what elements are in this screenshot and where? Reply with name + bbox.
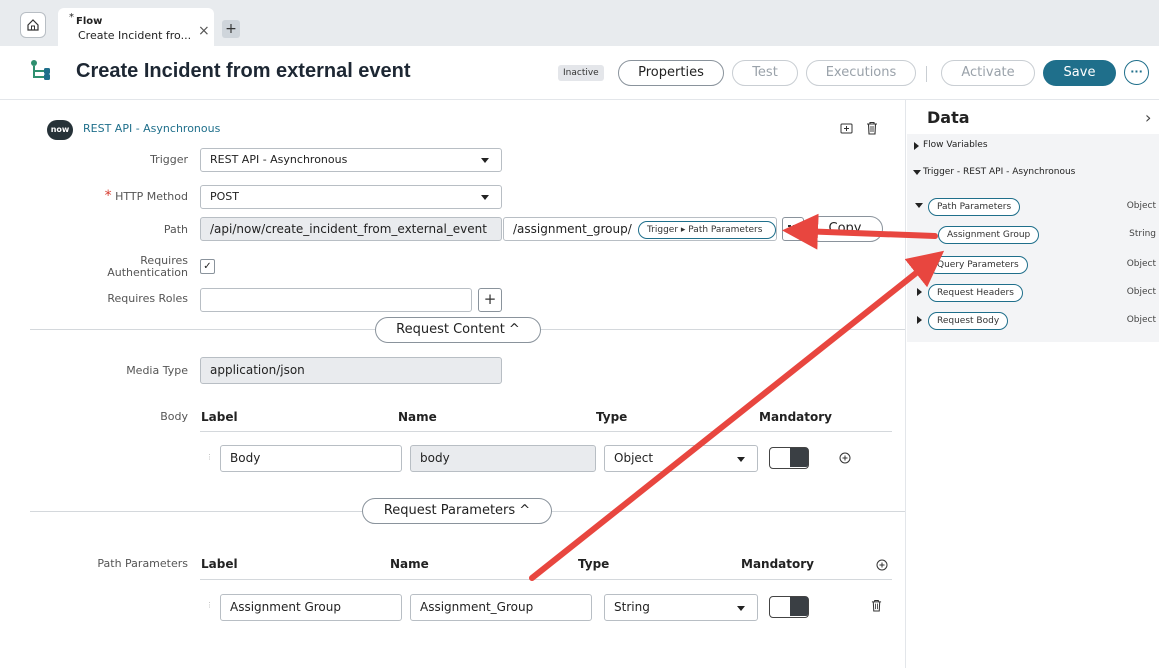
request-content-toggle[interactable]: Request Content ^ <box>375 317 541 343</box>
param-type-value: String <box>614 600 650 614</box>
request-parameters-toggle[interactable]: Request Parameters ^ <box>362 498 552 524</box>
type-query-parameters: Object <box>1126 259 1156 269</box>
param-label-field[interactable]: Assignment Group <box>220 594 402 621</box>
media-type-label: Media Type <box>126 364 188 377</box>
more-options-button[interactable]: ··· <box>1124 60 1149 85</box>
body-mandatory-toggle[interactable] <box>769 447 809 469</box>
type-request-headers: Object <box>1126 287 1156 297</box>
requires-roles-label: Requires Roles <box>107 292 188 305</box>
param-mandatory-toggle[interactable] <box>769 596 809 618</box>
http-method-label-text: HTTP Method <box>115 190 188 203</box>
type-request-body: Object <box>1126 315 1156 325</box>
column-header-name: Name <box>390 557 429 571</box>
http-method-value: POST <box>210 190 239 203</box>
save-button[interactable]: Save <box>1043 60 1116 86</box>
add-note-icon[interactable] <box>840 122 853 135</box>
trigger-select[interactable]: REST API - Asynchronous <box>200 148 502 172</box>
table-header-divider <box>200 431 892 432</box>
add-circle-icon[interactable] <box>839 452 851 464</box>
requires-authentication-label: Requires Authentication <box>80 255 188 279</box>
add-role-button[interactable]: + <box>478 288 502 312</box>
delete-icon[interactable] <box>866 121 878 135</box>
activate-button[interactable]: Activate <box>941 60 1035 86</box>
expand-icon[interactable] <box>917 316 922 324</box>
http-method-label: * HTTP Method <box>70 188 188 204</box>
copy-button[interactable]: Copy <box>807 216 883 242</box>
param-type-select[interactable]: String <box>604 594 758 621</box>
home-button[interactable] <box>20 12 46 38</box>
add-tab-button[interactable]: + <box>222 20 240 38</box>
required-star: * <box>104 188 112 204</box>
data-pill-picker-icon <box>788 225 796 233</box>
chevron-down-icon <box>481 195 489 200</box>
status-badge: Inactive <box>558 65 604 81</box>
collapse-icon[interactable] <box>915 203 923 208</box>
path-suffix-text: /assignment_group/ <box>513 222 632 236</box>
chevron-down-icon <box>481 158 489 163</box>
tab-type: Flow <box>76 16 103 27</box>
http-method-select[interactable]: POST <box>200 185 502 209</box>
header-divider <box>926 66 927 82</box>
requires-roles-field[interactable] <box>200 288 472 312</box>
table-header-divider <box>200 579 892 580</box>
path-parameters-label: Path Parameters <box>97 557 188 570</box>
media-type-field: application/json <box>200 357 502 384</box>
body-name-field: body <box>410 445 596 472</box>
chevron-down-icon <box>737 606 745 611</box>
tab-bar: * Flow Create Incident fro... × + <box>0 0 1159 46</box>
body-label-field[interactable]: Body <box>220 445 402 472</box>
collapse-icon[interactable] <box>913 170 921 175</box>
close-tab-icon[interactable]: × <box>198 23 210 39</box>
chevron-down-icon <box>737 457 745 462</box>
type-assignment-group: String <box>1129 229 1156 239</box>
properties-button[interactable]: Properties <box>618 60 724 86</box>
column-header-name: Name <box>398 410 437 424</box>
trigger-label: Trigger <box>150 153 188 166</box>
column-header-mandatory: Mandatory <box>759 410 832 424</box>
type-path-parameters: Object <box>1126 201 1156 211</box>
page-title: Create Incident from external event <box>76 60 411 82</box>
pill-request-headers[interactable]: Request Headers <box>928 284 1023 302</box>
requires-authentication-label-line2: Authentication <box>107 266 188 279</box>
delete-icon[interactable] <box>871 599 882 612</box>
now-logo: now <box>47 120 73 140</box>
column-header-label: Label <box>201 557 238 571</box>
pill-query-parameters[interactable]: Query Parameters <box>928 256 1028 274</box>
requires-authentication-checkbox[interactable]: ✓ <box>200 259 215 274</box>
data-pill-picker-button[interactable] <box>782 217 804 241</box>
home-icon <box>27 19 39 31</box>
drag-handle-icon[interactable]: ⋮ <box>206 602 213 611</box>
drag-handle-icon[interactable]: ⋮ <box>206 454 213 463</box>
column-header-label: Label <box>201 410 238 424</box>
data-panel-title: Data <box>927 108 970 127</box>
path-pill-trigger-path-parameters[interactable]: Trigger ▸ Path Parameters <box>638 221 776 239</box>
path-label: Path <box>163 223 188 236</box>
body-type-value: Object <box>614 451 654 465</box>
trigger-title: REST API - Asynchronous <box>83 122 221 135</box>
tab-flow[interactable]: * Flow Create Incident fro... × <box>58 8 214 46</box>
column-header-mandatory: Mandatory <box>741 557 814 571</box>
pill-assignment-group[interactable]: Assignment Group <box>938 226 1040 244</box>
chevron-right-icon[interactable]: › <box>1145 108 1151 127</box>
add-parameter-icon[interactable] <box>876 559 888 571</box>
expand-icon[interactable] <box>917 260 922 268</box>
pill-path-parameters[interactable]: Path Parameters <box>928 198 1021 216</box>
pill-request-body[interactable]: Request Body <box>928 312 1009 330</box>
tree-item-trigger[interactable]: Trigger - REST API - Asynchronous <box>923 167 1075 177</box>
column-header-type: Type <box>578 557 610 571</box>
flow-icon <box>31 60 50 80</box>
test-button[interactable]: Test <box>732 60 798 86</box>
tree-item-flow-variables[interactable]: Flow Variables <box>923 140 988 150</box>
column-header-type: Type <box>596 410 628 424</box>
modified-marker: * <box>69 12 74 23</box>
trigger-value: REST API - Asynchronous <box>210 153 348 166</box>
body-type-select[interactable]: Object <box>604 445 758 472</box>
expand-icon[interactable] <box>914 142 919 150</box>
expand-icon[interactable] <box>917 288 922 296</box>
tab-title: Create Incident fro... <box>78 29 192 42</box>
body-label: Body <box>160 410 188 423</box>
executions-button[interactable]: Executions <box>806 60 916 86</box>
param-name-field[interactable]: Assignment_Group <box>410 594 592 621</box>
path-base-field: /api/now/create_incident_from_external_e… <box>200 217 502 241</box>
